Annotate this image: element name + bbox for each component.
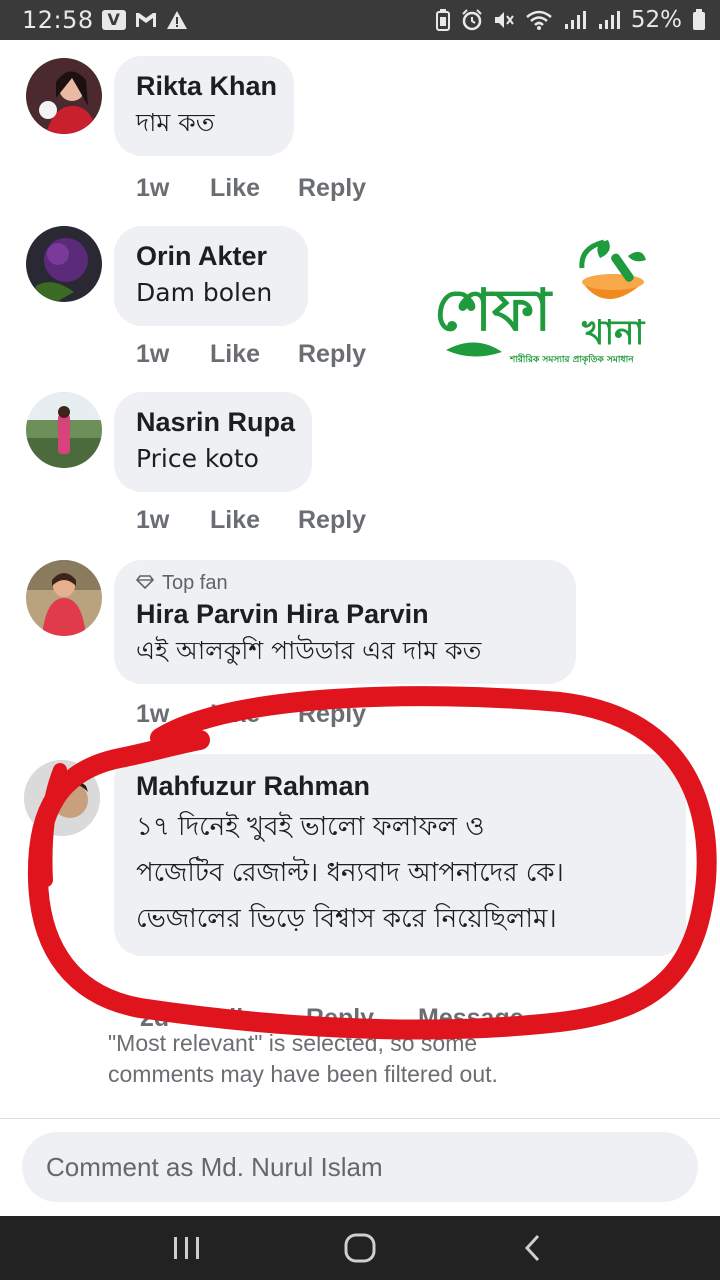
v-app-icon: V <box>101 10 126 30</box>
back-button[interactable] <box>503 1223 563 1273</box>
comment-text: দাম কত <box>136 108 215 137</box>
comment-author[interactable]: Nasrin Rupa <box>136 404 295 440</box>
like-button[interactable]: Like <box>210 700 298 729</box>
avatar[interactable] <box>24 760 100 836</box>
filter-note-line: "Most relevant" is selected, so some <box>108 1030 478 1056</box>
recent-apps-icon <box>173 1237 199 1259</box>
reply-button[interactable]: Reply <box>298 174 410 203</box>
top-fan-badge: Top fan <box>135 570 554 596</box>
comment-author[interactable]: Rikta Khan <box>136 68 277 104</box>
comment-bubble[interactable]: Rikta Khan দাম কত <box>114 56 294 156</box>
back-icon <box>525 1234 540 1262</box>
comments-list: Rikta Khan দাম কত 1w Like Reply Orin Akt… <box>0 40 720 1118</box>
composer-divider <box>0 1118 720 1119</box>
avatar[interactable] <box>26 226 102 302</box>
comment-actions: 1w Like Reply <box>136 506 410 535</box>
comment-text-line: ভেজালের ভিড়ে বিশ্বাস করে নিয়েছিলাম। <box>136 904 557 934</box>
top-fan-label: Top fan <box>162 572 228 594</box>
comment-text-line: ১৭ দিনেই খুবই ভালো ফলাফল ও <box>136 812 485 842</box>
comment-time[interactable]: 1w <box>136 700 210 729</box>
system-nav-bar <box>0 1216 720 1280</box>
warning-icon <box>166 10 188 30</box>
comment-text: এই আলকুশি পাউডার এর দাম কত <box>136 636 482 665</box>
like-button[interactable]: Like <box>210 174 298 203</box>
recent-apps-button[interactable] <box>157 1223 217 1273</box>
comment-input-placeholder: Comment as Md. Nurul Islam <box>46 1151 383 1182</box>
battery-icon <box>692 9 706 31</box>
reply-button[interactable]: Reply <box>298 340 410 369</box>
logo-tagline: শারীরিক সমস্যার প্রাকৃতিক সমাধান <box>509 352 634 366</box>
comment-time[interactable]: 1w <box>136 506 210 535</box>
comment-time[interactable]: 1w <box>136 174 210 203</box>
comment-bubble[interactable]: Nasrin Rupa Price koto <box>114 392 312 492</box>
wifi-icon <box>525 9 553 31</box>
avatar[interactable] <box>26 560 102 636</box>
alarm-icon <box>461 9 483 31</box>
signal-icon <box>597 10 621 30</box>
comment-actions: 1w Like Reply <box>136 340 410 369</box>
avatar[interactable] <box>26 58 102 134</box>
brand-logo: শেফা খানা শারীরিক সমস্যার প্রাকৃতিক সমাধ… <box>432 238 662 368</box>
home-button[interactable] <box>330 1223 390 1273</box>
reply-button[interactable]: Reply <box>298 506 410 535</box>
mute-icon <box>493 10 515 30</box>
comment-text: Dam bolen <box>136 278 273 307</box>
home-icon <box>344 1233 376 1263</box>
comment-bubble[interactable]: Orin Akter Dam bolen <box>114 226 308 326</box>
diamond-icon <box>135 570 155 596</box>
comment-bubble[interactable]: Top fan Hira Parvin Hira Parvin এই আলকুশ… <box>114 560 576 684</box>
battery-percent: 52% <box>630 7 682 33</box>
mortar-icon <box>579 239 646 299</box>
filter-note-line: comments may have been filtered out. <box>108 1061 498 1087</box>
comment-text-line: পজেটিব রেজাল্ট। ধন্যবাদ আপনাদের কে। <box>136 858 564 888</box>
comment-actions: 1w Like Reply <box>136 700 410 729</box>
signal-icon <box>563 10 587 30</box>
status-left: 12:58 V <box>22 6 188 34</box>
status-time: 12:58 <box>22 6 94 34</box>
status-bar: 12:58 V 52% <box>0 0 720 40</box>
comment-author[interactable]: Mahfuzur Rahman <box>136 768 664 804</box>
comment-input[interactable]: Comment as Md. Nurul Islam <box>22 1132 698 1202</box>
reply-button[interactable]: Reply <box>298 700 410 729</box>
like-button[interactable]: Like <box>210 340 298 369</box>
avatar[interactable] <box>26 392 102 468</box>
comment-text: Price koto <box>136 444 259 473</box>
like-button[interactable]: Like <box>210 506 298 535</box>
comment-actions: 1w Like Reply <box>136 174 410 203</box>
logo-title-main: শেফা <box>434 276 553 344</box>
status-right: 52% <box>435 7 706 33</box>
leaf-icon <box>446 342 502 357</box>
gmail-icon <box>134 11 158 29</box>
battery-saver-icon <box>435 9 451 31</box>
comment-author[interactable]: Orin Akter <box>136 238 286 274</box>
logo-title-secondary: খানা <box>581 313 645 353</box>
comment-bubble[interactable]: Mahfuzur Rahman ১৭ দিনেই খুবই ভালো ফলাফল… <box>114 754 686 956</box>
comment-author[interactable]: Hira Parvin Hira Parvin <box>136 596 554 632</box>
filter-note: "Most relevant" is selected, so some com… <box>108 1028 498 1090</box>
comment-time[interactable]: 1w <box>136 340 210 369</box>
